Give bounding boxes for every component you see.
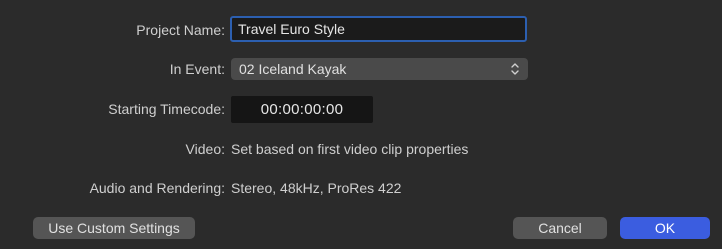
cancel-button[interactable]: Cancel: [513, 217, 607, 239]
event-label: In Event:: [169, 61, 225, 77]
use-custom-settings-button[interactable]: Use Custom Settings: [33, 217, 195, 239]
event-select-value: 02 Iceland Kayak: [239, 61, 347, 77]
video-label: Video:: [185, 141, 225, 157]
chevron-up-down-icon: [511, 63, 519, 75]
ok-button[interactable]: OK: [620, 217, 710, 239]
audio-rendering-value: Stereo, 48kHz, ProRes 422: [231, 180, 402, 196]
project-name-label: Project Name:: [136, 22, 225, 38]
project-name-field[interactable]: Travel Euro Style: [230, 16, 527, 42]
new-project-dialog: Project Name: Travel Euro Style In Event…: [0, 0, 722, 249]
timecode-label: Starting Timecode:: [108, 101, 225, 117]
video-value: Set based on first video clip properties: [231, 141, 469, 157]
starting-timecode-field[interactable]: 00:00:00:00: [231, 96, 373, 123]
event-select[interactable]: 02 Iceland Kayak: [231, 58, 528, 80]
audio-rendering-label: Audio and Rendering:: [89, 180, 225, 196]
